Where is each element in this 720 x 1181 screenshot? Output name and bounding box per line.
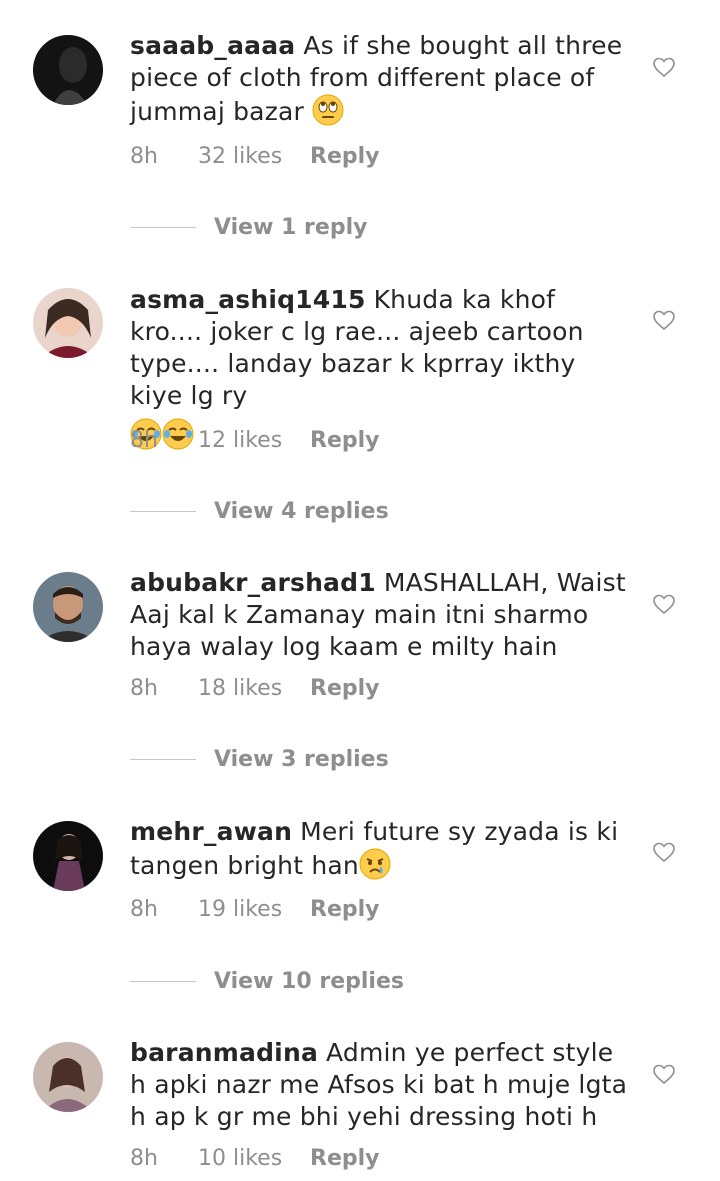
comment-username[interactable]: asma_ashiq1415 <box>130 285 366 314</box>
crying-face-icon <box>359 848 391 880</box>
like-heart-icon[interactable] <box>652 1062 676 1086</box>
comment-username[interactable]: mehr_awan <box>130 817 292 846</box>
avatar[interactable] <box>33 821 103 891</box>
like-heart-icon[interactable] <box>652 840 676 864</box>
comment-text: baranmadina Admin ye perfect style h apki… <box>130 1037 630 1133</box>
divider-line <box>130 226 196 228</box>
comment-username[interactable]: abubakr_arshad1 <box>130 568 376 597</box>
comment-text: asma_ashiq1415 Khuda ka khof kro.... joke… <box>130 284 630 452</box>
view-replies-label: View 10 replies <box>214 968 404 994</box>
comment-meta: 8h 10 likes Reply <box>130 1146 380 1171</box>
comment-time: 8h <box>130 144 158 169</box>
avatar[interactable] <box>33 288 103 358</box>
avatar[interactable] <box>33 572 103 642</box>
reply-button[interactable]: Reply <box>310 1146 380 1171</box>
divider-line <box>130 510 196 512</box>
view-replies-button[interactable]: View 10 replies <box>130 966 404 996</box>
divider-line <box>130 980 196 982</box>
comment-likes[interactable]: 18 likes <box>198 676 310 701</box>
face-with-rolling-eyes-icon <box>312 94 344 126</box>
like-heart-icon[interactable] <box>652 55 676 79</box>
divider-line <box>130 758 196 760</box>
reply-button[interactable]: Reply <box>310 428 380 453</box>
comment-meta: 8h 32 likes Reply <box>130 144 380 169</box>
comment-username[interactable]: saaab_aaaa <box>130 31 295 60</box>
comment-likes[interactable]: 32 likes <box>198 144 310 169</box>
view-replies-button[interactable]: View 1 reply <box>130 212 367 242</box>
comment-likes[interactable]: 10 likes <box>198 1146 310 1171</box>
reply-button[interactable]: Reply <box>310 144 380 169</box>
comment-username[interactable]: baranmadina <box>130 1038 318 1067</box>
comment-time: 8h <box>130 428 158 453</box>
comment-meta: 8h 12 likes Reply <box>130 428 380 453</box>
like-heart-icon[interactable] <box>652 592 676 616</box>
avatar[interactable] <box>33 1042 103 1112</box>
view-replies-button[interactable]: View 3 replies <box>130 744 389 774</box>
comment-time: 8h <box>130 1146 158 1171</box>
comment-time: 8h <box>130 676 158 701</box>
comment-meta: 8h 18 likes Reply <box>130 676 380 701</box>
comment-text: abubakr_arshad1 MASHALLAH, Waist Aaj kal … <box>130 567 630 663</box>
comment-likes[interactable]: 19 likes <box>198 897 310 922</box>
view-replies-label: View 1 reply <box>214 214 368 240</box>
comment-meta: 8h 19 likes Reply <box>130 897 380 922</box>
comment-text: mehr_awan Meri future sy zyada is ki tang… <box>130 816 630 882</box>
view-replies-label: View 3 replies <box>214 746 389 772</box>
comment-text: saaab_aaaa As if she bought all three pie… <box>130 30 630 128</box>
reply-button[interactable]: Reply <box>310 897 380 922</box>
reply-button[interactable]: Reply <box>310 676 380 701</box>
view-replies-label: View 4 replies <box>214 498 389 524</box>
comment-likes[interactable]: 12 likes <box>198 428 310 453</box>
comment-time: 8h <box>130 897 158 922</box>
avatar[interactable] <box>33 35 103 105</box>
like-heart-icon[interactable] <box>652 308 676 332</box>
view-replies-button[interactable]: View 4 replies <box>130 496 389 526</box>
